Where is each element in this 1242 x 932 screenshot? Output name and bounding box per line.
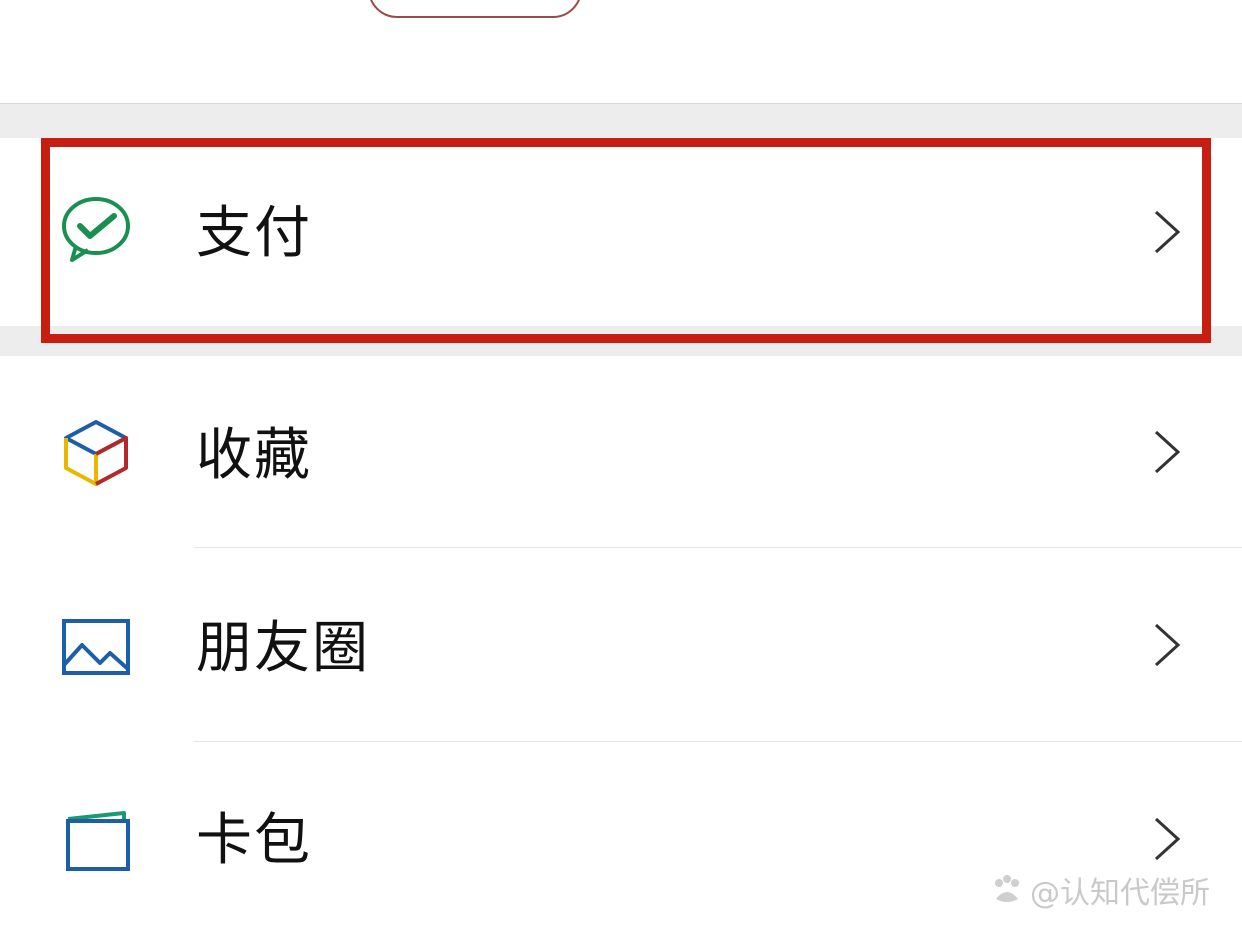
menu-item-label: 支付 [196,201,312,266]
favorites-cube-icon [64,420,128,486]
chevron-right-icon [1154,430,1181,474]
menu-item-pay[interactable]: 支付 [0,140,1242,326]
row-divider [194,547,1242,548]
watermark-text: @认知代偿所 [1030,876,1210,911]
watermark: @认知代偿所 [990,868,1210,912]
chevron-right-icon [1154,210,1181,254]
paw-logo-icon [995,875,1019,902]
card-wallet-icon [66,811,130,871]
row-divider [194,741,1242,742]
menu-item-label: 收藏 [196,423,312,488]
menu-item-moments[interactable]: 朋友圈 [0,549,1242,742]
chevron-right-icon [1154,817,1181,861]
menu-item-label: 卡包 [196,808,312,873]
menu-item-favorites[interactable]: 收藏 [0,356,1242,548]
menu-item-label: 朋友圈 [196,616,370,681]
top-button[interactable] [368,0,582,18]
section-gap [0,103,1242,138]
wechat-pay-icon [62,197,130,262]
moments-picture-icon [62,619,130,675]
section-gap [0,326,1242,357]
chevron-right-icon [1154,623,1181,667]
top-area [0,0,1242,103]
